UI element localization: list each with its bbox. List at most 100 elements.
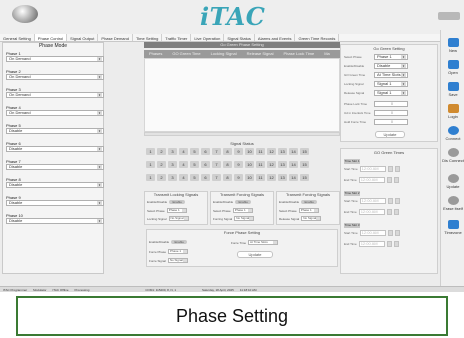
signal-indicator: 15 <box>300 174 309 181</box>
sidebar-update[interactable]: Update <box>441 174 464 189</box>
tab-general-setting[interactable]: General Setting <box>0 34 35 41</box>
phase-mode-select[interactable]: Disable ▾ <box>6 164 104 170</box>
phase-lock-time-input[interactable]: 0 <box>374 101 408 107</box>
force-signal-dropdown[interactable]: No Signal <box>167 258 188 263</box>
tab-signal-output[interactable]: Signal Output <box>67 34 99 41</box>
tab-green-time-records[interactable]: Green Time Records <box>295 34 340 41</box>
end-time-input[interactable]: 12:00 AM <box>358 177 385 183</box>
release-signal-dropdown[interactable]: Signal 1 ▾ <box>374 90 408 96</box>
sidebar-login[interactable]: Login <box>441 104 464 119</box>
tab-phase-control[interactable]: Phase Control <box>34 34 68 41</box>
phase-mode-select[interactable]: Disable ▾ <box>6 218 104 224</box>
sidebar-erase[interactable]: Erase itself <box>441 196 464 211</box>
time-spinner[interactable] <box>387 230 393 236</box>
time-slot-tag: Time Slot 1 <box>344 159 360 164</box>
taskbar: ITAC Programmer Modulator ITAC Offline P… <box>0 286 464 292</box>
phase-row: Phase 6 Disable ▾ <box>6 141 104 152</box>
phase-mode-select[interactable]: On Demand ▾ <box>6 74 104 80</box>
signal-indicator: 6 <box>201 174 210 181</box>
go-green-phase-table[interactable] <box>144 58 340 132</box>
select-phase-dropdown[interactable]: Phase 1 ▾ <box>374 54 408 60</box>
locking-signal-dropdown[interactable]: No Signal <box>168 216 189 221</box>
phase-row: Phase 4 On Demand ▾ <box>6 105 104 116</box>
signal-status-row: 1 2 3 4 5 6 7 8 9 10 11 12 13 14 15 <box>146 174 309 181</box>
select-phase-label: Select Phase <box>213 208 231 213</box>
time-spinner[interactable] <box>393 209 399 215</box>
phase-mode-select[interactable]: On Demand ▾ <box>6 92 104 98</box>
go-green-update-button[interactable]: Update <box>375 131 405 138</box>
sidebar-timezone[interactable]: Timezone <box>441 220 464 235</box>
interlock-time-input[interactable]: 0 <box>374 110 408 116</box>
enable-toggle[interactable]: Enable <box>235 200 252 204</box>
select-phase-dropdown[interactable]: Phase 1 <box>166 208 187 213</box>
phase-lock-time-label: Phase Lock Time <box>344 102 368 106</box>
clock-display: 11:18:10 AM <box>239 287 257 292</box>
end-time-input[interactable]: 12:00 AM <box>358 209 385 215</box>
signal-indicator: 5 <box>190 148 199 155</box>
signal-indicator: 3 <box>168 174 177 181</box>
time-spinner[interactable] <box>394 230 400 236</box>
start-time-input[interactable]: 12:00 AM <box>359 198 386 204</box>
start-time-input[interactable]: 12:00 AM <box>359 166 386 172</box>
phase-mode-select[interactable]: On Demand ▾ <box>6 110 104 116</box>
force-time-dropdown[interactable]: At Time Slots <box>248 240 279 245</box>
time-spinner[interactable] <box>393 241 399 247</box>
sidebar-connect[interactable]: Connect <box>441 126 464 141</box>
time-spinner[interactable] <box>386 177 392 183</box>
time-spinner[interactable] <box>387 198 393 204</box>
select-phase-dropdown[interactable]: Phase 1 <box>298 208 319 213</box>
tab-time-setting[interactable]: Time Setting <box>133 34 163 41</box>
hold-force-time-input[interactable]: 0 <box>374 119 408 125</box>
release-signals-title: Transmit Forcing Signals <box>285 192 331 197</box>
tab-traffic-timer[interactable]: Traffic Timer <box>162 34 192 41</box>
locking-signal-dropdown[interactable]: Signal 1 ▾ <box>374 81 408 87</box>
sidebar-save[interactable]: Save <box>441 82 464 97</box>
sidebar-disconnect[interactable]: Dis Connect <box>441 148 464 163</box>
taskbar-item[interactable]: Processing <box>72 288 93 292</box>
enable-toggle[interactable]: Enable <box>171 240 188 244</box>
tab-signal-status[interactable]: Signal Status <box>224 34 255 41</box>
signal-indicator: 9 <box>234 148 243 155</box>
phase-mode-select[interactable]: On Demand ▾ <box>6 56 104 62</box>
end-time-label: End Time <box>344 242 357 246</box>
phase-row: Phase 10 Disable ▾ <box>6 213 104 224</box>
horizontal-scrollbar[interactable] <box>144 132 340 136</box>
time-slot-tag: Time Slot 2 <box>344 191 360 196</box>
force-phase-dropdown[interactable]: Phase 1 <box>168 249 189 254</box>
go-green-time-dropdown[interactable]: At Time Slots ▾ <box>374 72 408 78</box>
time-spinner[interactable] <box>394 166 400 172</box>
signal-status-title: Signal Status <box>230 141 254 146</box>
go-green-times-box: GO Green Times Time Slot 1 Start Time 12… <box>340 148 438 274</box>
enable-toggle[interactable]: Enable <box>301 200 318 204</box>
enable-dropdown[interactable]: Disable ▾ <box>374 63 408 69</box>
phase-mode-select[interactable]: Disable ▾ <box>6 128 104 134</box>
end-time-input[interactable]: 12:00 AM <box>358 241 385 247</box>
tab-alarms-events[interactable]: Alarms and Events <box>255 34 296 41</box>
signal-indicator: 8 <box>223 174 232 181</box>
go-green-phase-columns: Phases GO Green Time Locking Signal Rele… <box>144 50 340 58</box>
taskbar-item[interactable]: ITAC Programmer <box>0 288 30 292</box>
sidebar-open[interactable]: Open <box>441 60 464 75</box>
taskbar-item[interactable]: Modulator <box>30 288 49 292</box>
phase-mode-select[interactable]: Disable ▾ <box>6 182 104 188</box>
app-brand: iTAC <box>200 2 266 31</box>
time-spinner[interactable] <box>387 166 393 172</box>
forcing-signal-dropdown[interactable]: No Signal <box>234 216 255 221</box>
release-signal-dropdown[interactable]: No Signal <box>301 216 322 221</box>
start-time-label: Start Time <box>344 167 358 171</box>
time-spinner[interactable] <box>386 209 392 215</box>
sidebar-new[interactable]: New <box>441 38 464 53</box>
tab-phase-demand[interactable]: Phase Demand <box>98 34 133 41</box>
time-spinner[interactable] <box>393 177 399 183</box>
select-phase-dropdown[interactable]: Phase 1 <box>232 208 253 213</box>
start-time-input[interactable]: 12:00 AM <box>359 230 386 236</box>
phase-mode-select[interactable]: Disable ▾ <box>6 200 104 206</box>
taskbar-item[interactable]: ITAC Offline <box>49 288 71 292</box>
time-spinner[interactable] <box>386 241 392 247</box>
force-phase-update-button[interactable]: Update <box>237 251 273 258</box>
enable-toggle[interactable]: Enable <box>169 200 186 204</box>
phase-mode-select[interactable]: Disable ▾ <box>6 146 104 152</box>
time-spinner[interactable] <box>394 198 400 204</box>
column-header: Locking Signal <box>210 51 237 56</box>
tab-live-operation[interactable]: Live Operation <box>191 34 225 41</box>
